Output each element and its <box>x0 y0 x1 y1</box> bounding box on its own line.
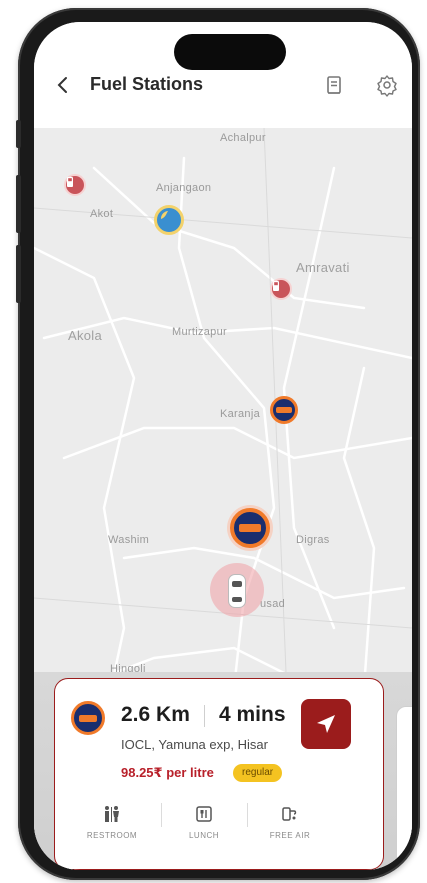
free-air-icon <box>253 803 327 825</box>
navigate-button[interactable] <box>301 699 351 749</box>
map-label: Akola <box>68 328 103 343</box>
map-label: Murtizapur <box>172 326 227 338</box>
indianoil-station-marker-selected[interactable] <box>230 508 270 548</box>
fuel-station-marker[interactable] <box>64 174 86 196</box>
navigation-arrow-icon <box>317 715 335 733</box>
map-label: Karanja <box>220 408 261 420</box>
distance-text: 2.6 Km <box>121 703 190 726</box>
station-card[interactable]: 2.6 Km 4 mins IOCL, Yamuna exp, Hisar 98… <box>54 678 384 870</box>
divider <box>204 705 205 727</box>
map-label: Washim <box>108 534 150 546</box>
fuel-station-marker-blue[interactable] <box>154 205 184 235</box>
back-arrow-icon[interactable] <box>52 74 74 96</box>
amenity-label: RESTROOM <box>86 831 138 840</box>
lunch-icon <box>167 803 241 825</box>
map-label: Amravati <box>296 260 350 275</box>
receipt-icon[interactable] <box>321 72 347 98</box>
app-screen: Fuel Stations Achalpur Anjangaon Akot Am… <box>34 22 412 870</box>
divider <box>161 803 162 827</box>
amenity-label: FREE AIR <box>269 831 311 840</box>
duration-text: 4 mins <box>219 703 286 726</box>
fuel-type-badge: regular <box>233 764 283 782</box>
fuel-price: 98.25₹ per litre <box>121 765 214 780</box>
volume-up-button <box>16 175 21 233</box>
map-label: usad <box>260 598 286 610</box>
dynamic-island <box>174 34 286 70</box>
fuel-station-marker[interactable] <box>270 278 292 300</box>
settings-gear-icon[interactable] <box>374 72 400 98</box>
mute-switch <box>16 120 21 148</box>
map-label: Digras <box>296 534 330 546</box>
restroom-icon <box>75 803 149 825</box>
map-label: Anjangaon <box>156 182 212 194</box>
amenity-restroom: RESTROOM <box>75 803 149 840</box>
amenity-lunch: LUNCH <box>167 803 241 840</box>
indianoil-logo-icon <box>71 701 105 735</box>
amenity-free-air: FREE AIR <box>253 803 327 840</box>
divider <box>247 803 248 827</box>
amenity-label: LUNCH <box>188 831 220 840</box>
page-title: Fuel Stations <box>90 74 204 94</box>
indianoil-station-marker[interactable] <box>270 396 298 424</box>
map-label: Achalpur <box>220 132 266 144</box>
station-name: IOCL, Yamuna exp, Hisar <box>121 737 268 752</box>
next-station-card[interactable] <box>396 706 412 868</box>
map-label: Akot <box>90 208 114 220</box>
volume-down-button <box>16 245 21 303</box>
car-icon <box>228 574 246 608</box>
